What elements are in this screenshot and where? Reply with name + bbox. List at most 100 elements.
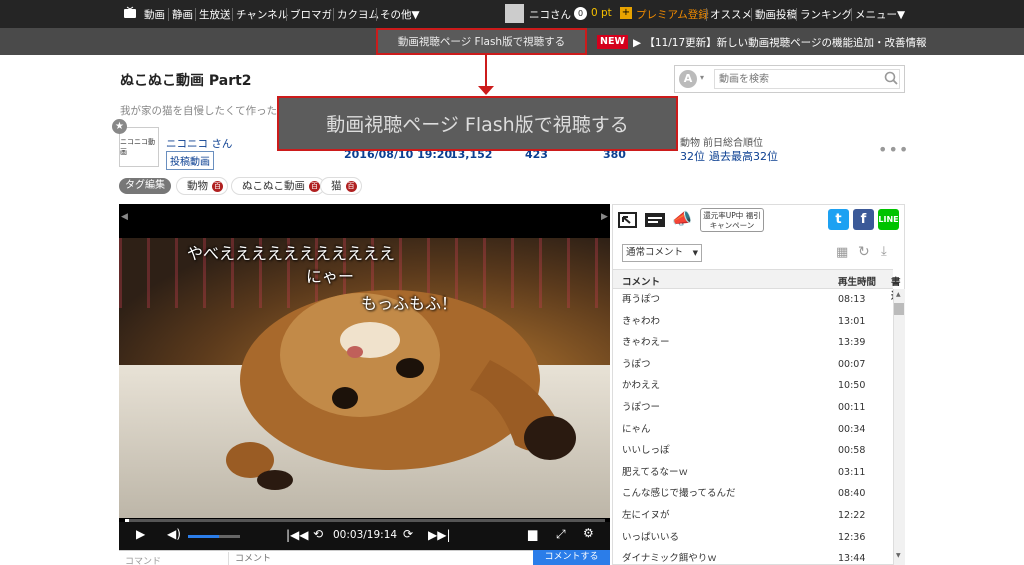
rank-label: 前日総合順位	[703, 138, 763, 149]
comment-row[interactable]: うぽつ 00:07	[613, 354, 893, 376]
twitter-icon[interactable]: t	[828, 209, 849, 230]
comment-row[interactable]: きゃわえー 13:39	[613, 332, 893, 354]
col-comment[interactable]: コメント	[622, 274, 660, 288]
more-icon[interactable]: •••	[878, 140, 909, 159]
line-icon[interactable]: LINE	[878, 209, 899, 230]
owner-avatar[interactable]: ニコニコ動画	[119, 127, 159, 167]
command-input[interactable]: コマンド	[125, 554, 161, 565]
download-icon[interactable]: ⤓	[881, 244, 887, 259]
fullscreen-icon[interactable]: ⤢	[556, 527, 566, 542]
star-icon[interactable]: ★	[112, 119, 127, 134]
nav-video[interactable]: 動画	[144, 7, 165, 22]
nav-blomaga[interactable]: ブロマガ	[290, 7, 332, 22]
comment-row[interactable]: いっぱいいる 12:36	[613, 527, 893, 549]
settings-icon[interactable]: ⚙	[583, 526, 594, 540]
skip-end-icon[interactable]: ▶▶|	[428, 528, 451, 542]
nav-ranking[interactable]: ランキング	[800, 7, 852, 22]
nav-more[interactable]: その他▼	[380, 7, 420, 22]
scrollbar-thumb[interactable]	[894, 303, 904, 315]
comment-list-icon[interactable]	[644, 211, 666, 232]
scrollbar[interactable]	[893, 289, 905, 565]
comment-text: にゃん	[622, 423, 651, 435]
news-link[interactable]: ▶ 【11/17更新】新しい動画視聴ページの機能追加・改善情報	[633, 35, 926, 50]
dictionary-icon[interactable]: 百	[212, 180, 223, 192]
dictionary-icon[interactable]: 百	[345, 180, 357, 192]
search-type-select[interactable]: A ▾	[679, 69, 709, 89]
refresh-icon[interactable]: ↻	[858, 244, 870, 260]
nav-channel[interactable]: チャンネル	[236, 7, 288, 22]
genre-label: 動物	[680, 138, 700, 149]
search-icon[interactable]	[884, 71, 898, 88]
nav-menu[interactable]: メニュー▼	[855, 7, 905, 22]
comment-text: ダイナミック餌やりｗ	[622, 553, 717, 565]
time-display: 00:03/19:14	[333, 529, 398, 541]
comment-time: 10:50	[838, 380, 866, 392]
comment-text: 再うぽつ	[622, 294, 661, 305]
tag-edit-button[interactable]: タグ編集	[119, 178, 171, 194]
owner-videos-button[interactable]: 投稿動画	[166, 151, 214, 170]
comment-sort-select[interactable]: 通常コメント ▼	[622, 244, 702, 262]
nav-upload[interactable]: 動画投稿	[755, 7, 797, 22]
comment-list: 再うぽつ 08:13 きゃわわ 13:01 きゃわえー 13:39 うぽつ 00:07 かわええ…	[613, 289, 893, 565]
comment-time: 08:13	[838, 294, 866, 305]
search-input[interactable]	[714, 69, 900, 89]
campaign-banner[interactable]: 還元率UP中 福引キャンペーン	[700, 208, 764, 232]
comment-row[interactable]: 左にイヌが 12:22	[613, 505, 893, 527]
comment-row[interactable]: こんな感じで撮ってるんだ 08:40	[613, 483, 893, 505]
comment-text: かわええ	[622, 380, 661, 392]
comment-input[interactable]	[228, 552, 533, 565]
user-avatar[interactable]	[505, 4, 524, 23]
nav-recommend[interactable]: オススメ	[710, 7, 752, 22]
popout-icon[interactable]	[618, 211, 638, 232]
comment-time: 08:40	[838, 488, 866, 500]
collapse-right-icon[interactable]: ▶	[601, 212, 608, 222]
comment-time: 13:39	[838, 337, 866, 349]
flash-version-button[interactable]: 動画視聴ページ Flash版で視聴する	[376, 28, 587, 55]
comment-text: きゃわわ	[622, 315, 661, 327]
forward-10-icon[interactable]: ⟳	[403, 527, 413, 541]
tag-item[interactable]: ぬこぬこ動画百	[231, 177, 325, 195]
comment-row[interactable]: ダイナミック餌やりｗ 13:44	[613, 548, 893, 565]
comment-toggle-icon[interactable]: ▆	[528, 527, 537, 541]
comment-text: 肥えてるなーｗ	[622, 466, 689, 478]
nav-live[interactable]: 生放送	[199, 7, 231, 22]
comment-row[interactable]: かわええ 10:50	[613, 375, 893, 397]
calendar-icon[interactable]: ▦	[836, 245, 848, 260]
comment-row[interactable]: 再うぽつ 08:13	[613, 289, 893, 311]
point-icon: 0	[574, 7, 587, 20]
owner-name[interactable]: ニコニコ さん	[166, 136, 232, 151]
comment-row[interactable]: きゃわわ 13:01	[613, 311, 893, 333]
play-icon[interactable]: ▶	[136, 527, 145, 541]
comment-text: こんな感じで撮ってるんだ	[622, 488, 736, 500]
comment-submit-button[interactable]: コメントする	[533, 550, 610, 565]
comment-row[interactable]: いいしっぽ 00:58	[613, 440, 893, 462]
comment-row[interactable]: 肥えてるなーｗ 03:11	[613, 462, 893, 484]
megaphone-icon[interactable]: 📣	[672, 209, 692, 228]
scroll-up-icon[interactable]: ▲	[896, 291, 901, 298]
tag-label: ぬこぬこ動画	[242, 180, 305, 192]
scroll-down-icon[interactable]: ▼	[896, 552, 901, 559]
collapse-left-icon[interactable]: ◀	[121, 212, 128, 222]
volume-icon[interactable]: ◀)	[167, 527, 181, 541]
premium-link[interactable]: プレミアム登録	[636, 7, 709, 22]
comment-time: 00:07	[838, 358, 866, 370]
comment-row[interactable]: にゃん 00:34	[613, 419, 893, 441]
comment-text: うぽつー	[622, 401, 661, 413]
skip-start-icon[interactable]: |◀◀	[286, 528, 309, 542]
dictionary-icon[interactable]: 百	[309, 180, 320, 192]
col-time[interactable]: 再生時間	[838, 274, 876, 288]
tag-item[interactable]: 動物百	[176, 177, 228, 195]
nav-seiga[interactable]: 静画	[172, 7, 193, 22]
best-rank[interactable]: 過去最高32位	[709, 148, 778, 164]
danmaku-comment: やべえええええええええええ	[187, 244, 396, 263]
nav-kakuyomu[interactable]: カクヨム	[337, 7, 379, 22]
tv-logo-icon[interactable]	[123, 6, 137, 23]
comment-text: うぽつ	[622, 358, 651, 370]
facebook-icon[interactable]: f	[853, 209, 874, 230]
tag-item[interactable]: 猫百	[320, 177, 362, 195]
comment-row[interactable]: うぽつー 00:11	[613, 397, 893, 419]
user-name[interactable]: ニコさん	[529, 7, 571, 22]
rewind-10-icon[interactable]: ⟲	[313, 527, 323, 541]
comment-time: 13:44	[838, 553, 866, 565]
danmaku-comment: もっふもふ！	[361, 294, 458, 313]
